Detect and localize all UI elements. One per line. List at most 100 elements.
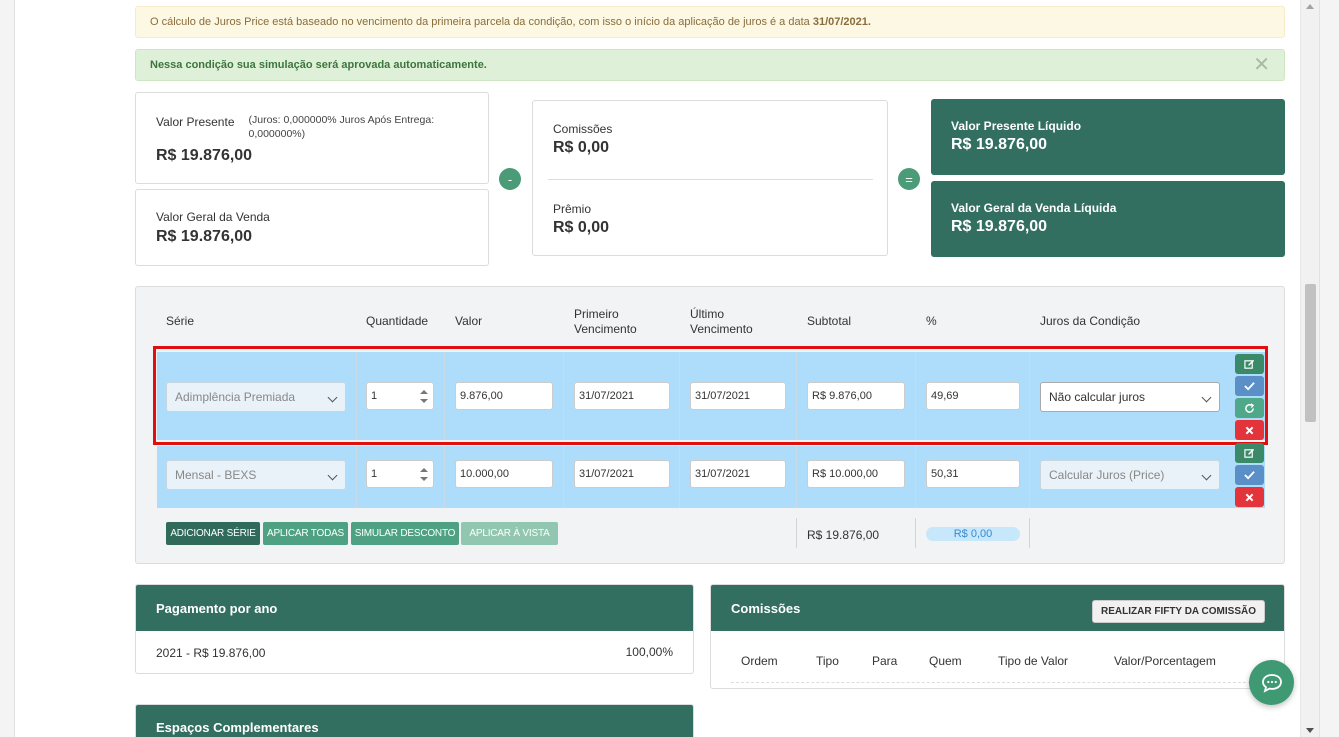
selected-row-highlight [153,346,1268,445]
edit-icon[interactable] [1235,443,1264,463]
warning-date: 31/07/2021. [812,16,871,28]
percent-total-badge: R$ 0,00 [926,527,1020,541]
warning-text: O cálculo de Juros Price está baseado no… [150,16,810,28]
scrollbar-thumb[interactable] [1305,284,1316,422]
header-valor: Valor [455,314,483,328]
espacos-title: Espaços Complementares [136,705,693,737]
serie-select-value: Mensal - BEXS [175,468,257,482]
serie-select[interactable]: Mensal - BEXS [166,460,346,490]
valor-presente-label: Valor Presente [156,115,235,129]
header-primeiro-line1: Primeiro [574,307,619,321]
vp-liquido-label: Valor Presente Líquido [951,119,1082,133]
valor-field[interactable]: 10.000,00 [455,460,553,488]
vg-liquida-card: Valor Geral da Venda Líquida R$ 19.876,0… [931,181,1285,257]
divider [731,682,1266,683]
column-separator [915,518,916,548]
chevron-down-icon [327,470,338,481]
spinner-icon[interactable] [420,468,428,481]
column-separator [796,446,797,508]
pagamento-por-ano-box: Pagamento por ano 2021 - R$ 19.876,00 10… [135,584,694,674]
premio-label: Prêmio [553,202,592,216]
column-separator [563,446,564,508]
header-serie: Série [166,314,195,328]
comissoes-title: Comissões [731,600,801,616]
subtotal-field[interactable]: R$ 10.000,00 [807,460,905,488]
premio-value: R$ 0,00 [553,219,610,236]
scroll-down-icon[interactable] [1306,728,1314,733]
quantidade-value: 1 [371,468,378,480]
deductions-card: Comissões R$ 0,00 Prêmio R$ 0,00 [532,100,888,256]
vp-liquido-value: R$ 19.876,00 [951,136,1048,153]
column-separator [1029,446,1030,508]
divider [548,179,873,180]
ultimo-vencimento-field[interactable]: 31/07/2021 [690,460,786,488]
chevron-down-icon [1201,470,1212,481]
col-tipo: Tipo [816,654,839,668]
minus-operator: - [499,168,521,190]
valor-presente-card: Valor Presente (Juros: 0,000000% Juros A… [135,92,489,184]
col-valor-porcentagem: Valor/Porcentagem [1114,654,1216,668]
header-quantidade: Quantidade [366,314,429,328]
vg-liquida-value: R$ 19.876,00 [951,218,1048,235]
pagamento-title: Pagamento por ano [136,585,693,631]
header-ultimo-line2: Vencimento [690,322,753,336]
column-separator [1029,518,1030,548]
col-para: Para [872,654,898,668]
valor-presente-note: (Juros: 0,000000% Juros Após Entrega: 0,… [248,114,435,140]
close-icon[interactable]: ✕ [1253,55,1270,75]
comissoes-value: R$ 0,00 [553,139,610,156]
approval-success-alert: Nessa condição sua simulação será aprova… [135,49,1285,81]
col-ordem: Ordem [741,654,778,668]
chat-icon[interactable] [1249,660,1294,705]
espacos-complementares-box: Espaços Complementares [135,704,694,737]
simular-desconto-button[interactable]: SIMULAR DESCONTO [351,522,459,545]
vertical-scrollbar[interactable] [1300,0,1319,737]
juros-select[interactable]: Calcular Juros (Price) [1040,460,1220,490]
pagamento-row-percent: 100,00% [625,645,673,659]
header-juros-condicao: Juros da Condição [1040,314,1141,328]
comissoes-table-header: Ordem Tipo Para Quem Tipo de Valor Valor… [711,631,1284,688]
pagamento-row-label: 2021 - R$ 19.876,00 [156,646,266,660]
primeiro-vencimento-field[interactable]: 31/07/2021 [574,460,670,488]
valor-presente-value: R$ 19.876,00 [156,147,253,164]
vg-liquida-label: Valor Geral da Venda Líquida [951,201,1117,215]
comissoes-box: Comissões REALIZAR FIFTY DA COMISSÃO Ord… [710,584,1285,689]
col-quem: Quem [929,654,962,668]
juros-select-value: Calcular Juros (Price) [1049,468,1165,482]
comissoes-header: Comissões REALIZAR FIFTY DA COMISSÃO [711,585,1284,631]
subtotal-value: R$ 10.000,00 [812,468,879,480]
scroll-up-icon[interactable] [1306,4,1314,9]
percent-value: 50,31 [931,468,959,480]
aplicar-a-vista-button[interactable]: APLICAR À VISTA [461,522,558,545]
column-separator [796,518,797,548]
adicionar-serie-button[interactable]: ADICIONAR SÉRIE [166,522,260,545]
aplicar-todas-button[interactable]: APLICAR TODAS [263,522,348,545]
column-separator [915,446,916,508]
equals-operator: = [898,168,920,190]
success-text: Nessa condição sua simulação será aprova… [150,59,487,71]
header-primeiro-line2: Vencimento [574,322,637,336]
header-ultimo-line1: Último [690,307,725,321]
quantidade-stepper[interactable]: 1 [366,460,434,488]
ultimo-vencimento-value: 31/07/2021 [695,468,751,480]
column-separator [679,446,680,508]
percent-field[interactable]: 50,31 [926,460,1020,488]
header-ultimo-vencimento: Último Vencimento [690,307,753,337]
header-subtotal: Subtotal [807,314,852,328]
valor-geral-label: Valor Geral da Venda [156,210,270,224]
primeiro-vencimento-value: 31/07/2021 [579,468,635,480]
realizar-fifty-button[interactable]: REALIZAR FIFTY DA COMISSÃO [1092,600,1265,623]
vp-liquido-card: Valor Presente Líquido R$ 19.876,00 [931,99,1285,175]
subtotal-total: R$ 19.876,00 [807,528,880,542]
column-separator [444,446,445,508]
delete-icon[interactable] [1235,487,1264,507]
check-icon[interactable] [1235,465,1264,485]
valor-geral-card: Valor Geral da Venda R$ 19.876,00 [135,189,489,266]
header-percent: % [926,314,937,328]
juros-price-warning: O cálculo de Juros Price está baseado no… [135,6,1285,38]
col-tipo-de-valor: Tipo de Valor [998,654,1069,668]
comissoes-label: Comissões [553,122,613,136]
column-separator [356,446,357,508]
valor-value: 10.000,00 [460,468,509,480]
valor-geral-value: R$ 19.876,00 [156,228,253,245]
